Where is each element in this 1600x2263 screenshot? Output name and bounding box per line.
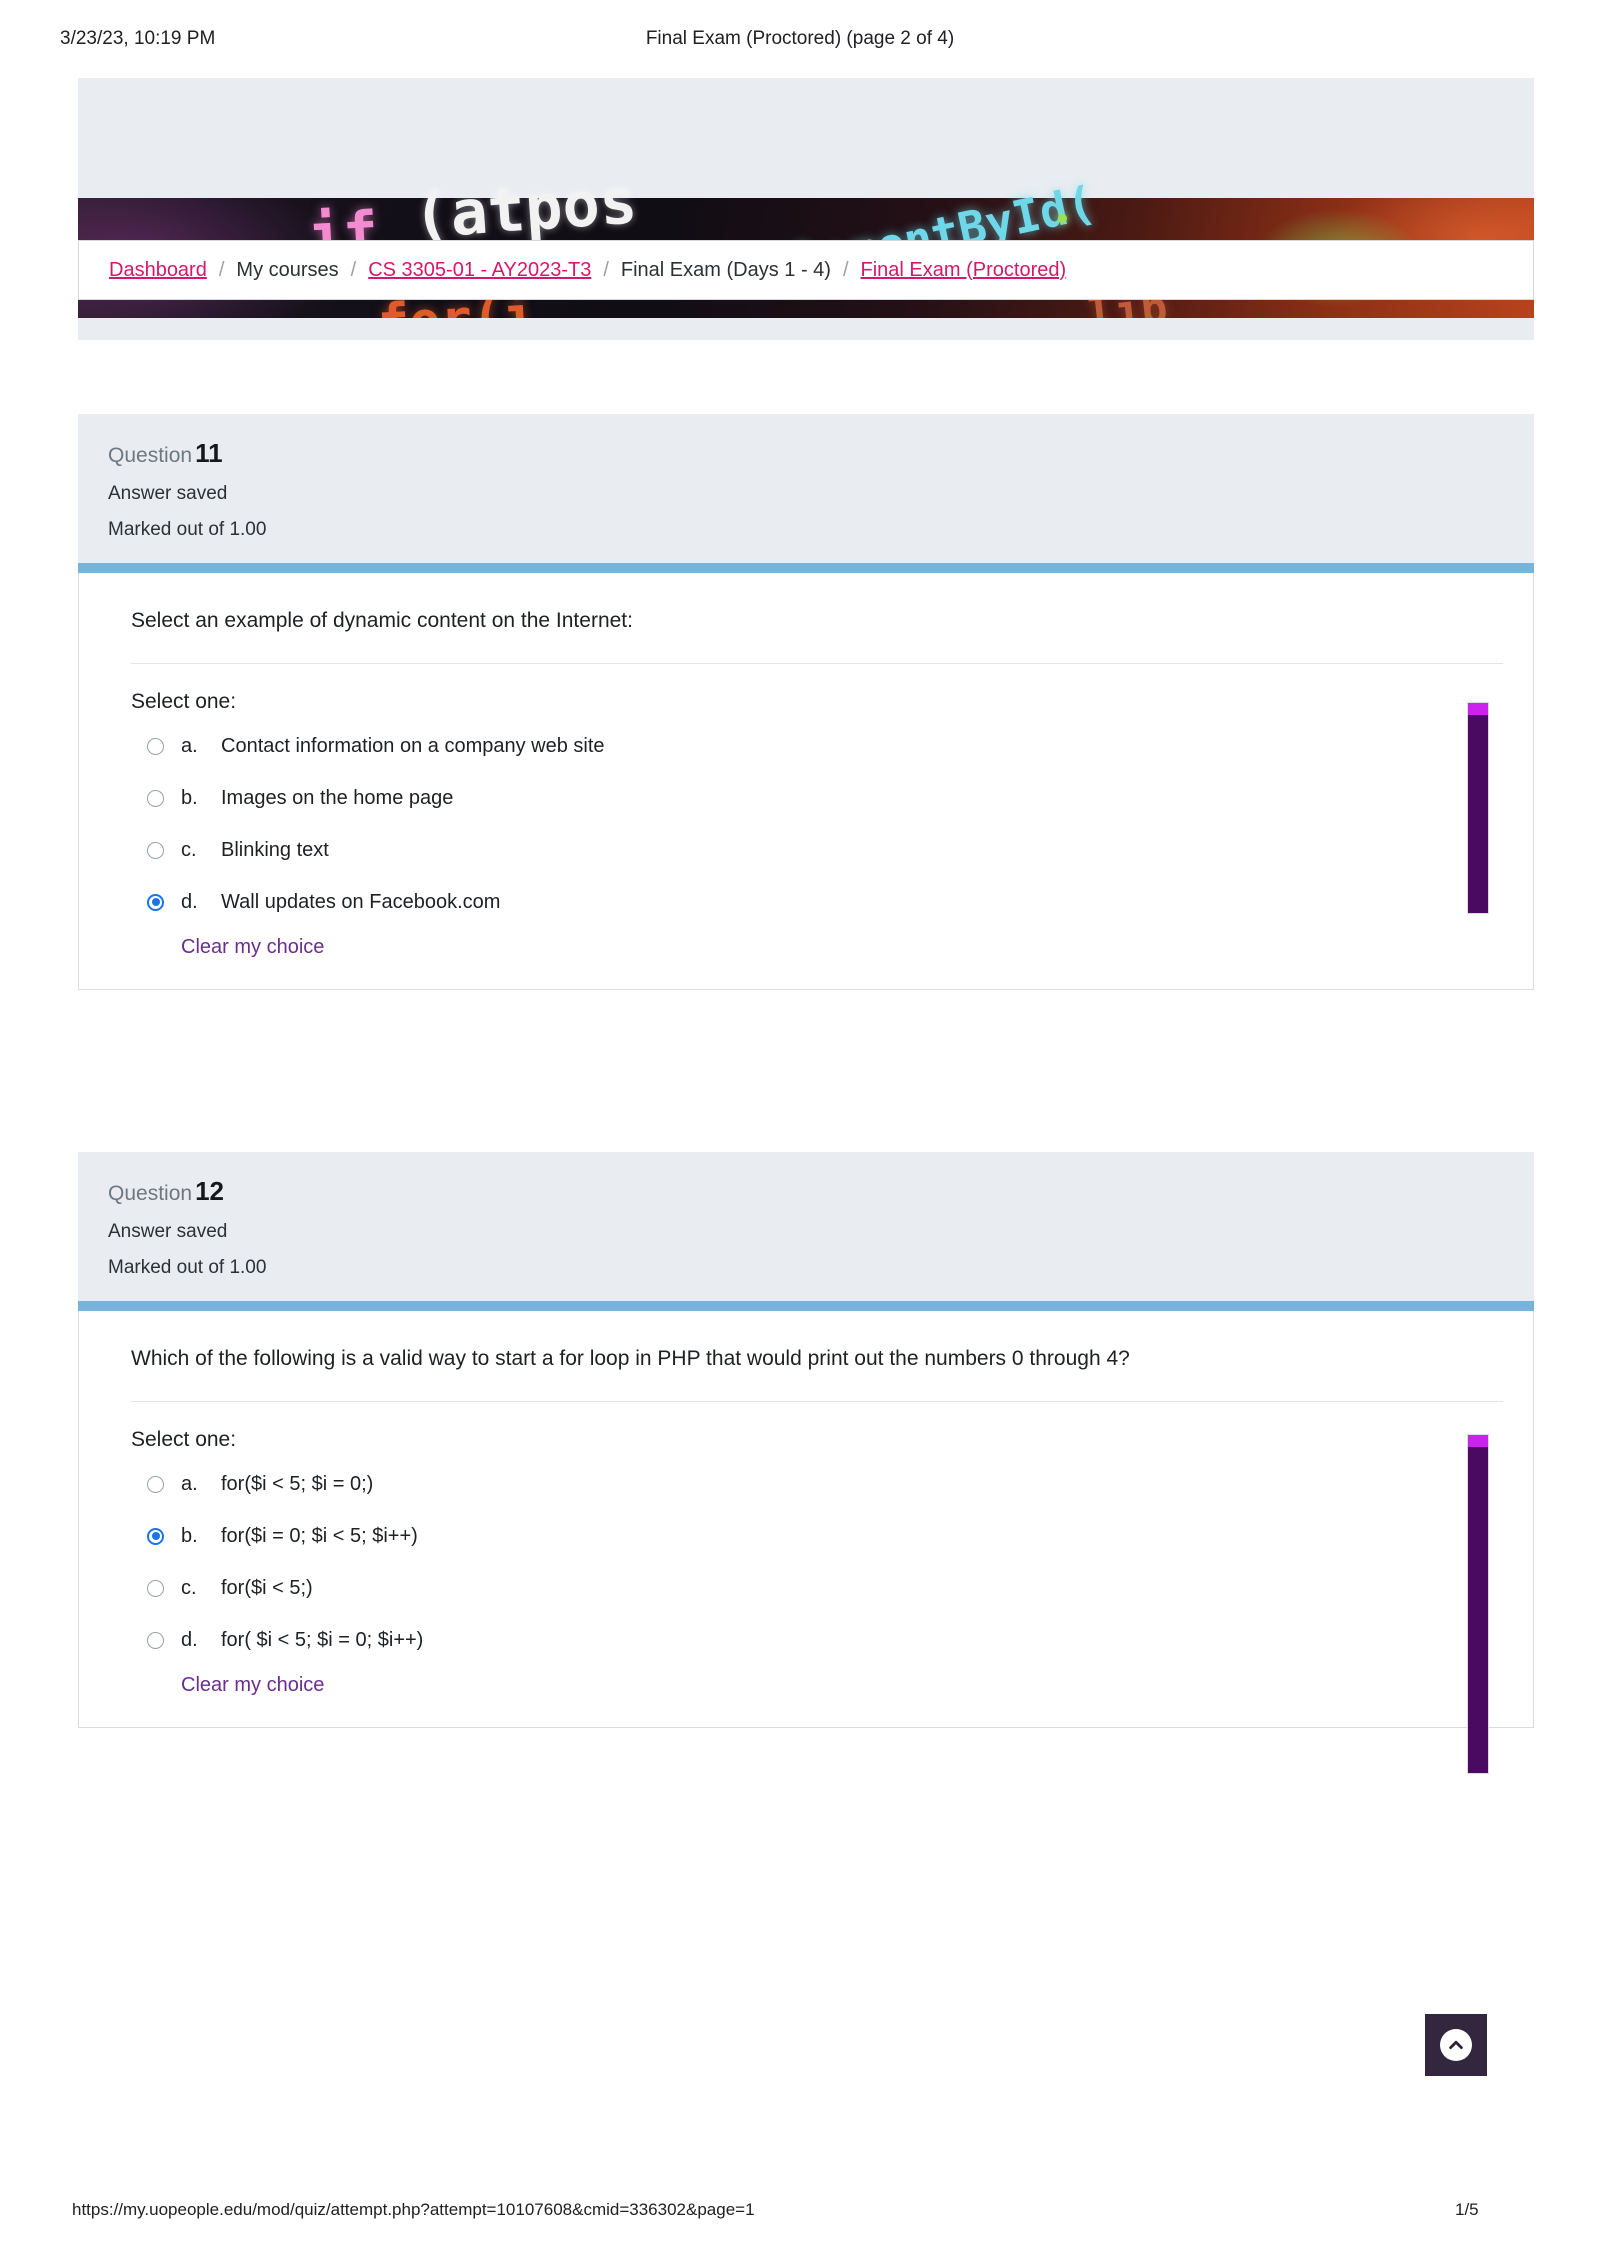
- answer-option-11-d[interactable]: d. Wall updates on Facebook.com: [131, 884, 1503, 920]
- question-body-12: Which of the following is a valid way to…: [78, 1311, 1534, 1729]
- question-number-value: 11: [195, 438, 223, 468]
- option-letter-11-a: a.: [181, 734, 198, 757]
- page-banner-area: if (atpos tElementById( for(i lib Dashbo…: [78, 78, 1534, 340]
- radio-12-c[interactable]: [147, 1579, 164, 1597]
- option-letter-12-c: c.: [181, 1576, 197, 1599]
- breadcrumb-item-final-exam-days[interactable]: Final Exam (Days 1 - 4): [621, 259, 831, 282]
- breadcrumb-separator: /: [842, 258, 849, 281]
- option-letter-11-b: b.: [181, 786, 198, 809]
- breadcrumb-item-course[interactable]: CS 3305-01 - AY2023-T3: [368, 259, 591, 282]
- answer-list-12: Select one: a. for($i < 5; $i = 0;) b. f…: [109, 1402, 1503, 1697]
- option-text-12-c: for($i < 5;): [221, 1576, 313, 1599]
- question-number-12: Question 12: [108, 1178, 1504, 1204]
- chevron-up-icon: [1440, 2029, 1472, 2061]
- option-text-11-b: Images on the home page: [221, 786, 454, 809]
- answer-option-12-b[interactable]: b. for($i = 0; $i < 5; $i++): [131, 1518, 1503, 1554]
- question-label: Question: [108, 444, 193, 467]
- scroll-to-top-button[interactable]: [1425, 2014, 1487, 2076]
- question-number-value: 12: [195, 1176, 224, 1206]
- answer-list-11: Select one: a. Contact information on a …: [109, 664, 1503, 959]
- question-block-12: Question 12 Answer saved Marked out of 1.…: [78, 1152, 1534, 1729]
- answer-option-12-d[interactable]: d. for( $i < 5; $i = 0; $i++): [131, 1622, 1503, 1658]
- answer-option-12-a[interactable]: a. for($i < 5; $i = 0;): [131, 1466, 1503, 1502]
- question-progress-strip-12[interactable]: [1467, 1434, 1489, 1774]
- answer-option-11-a[interactable]: a. Contact information on a company web …: [131, 728, 1503, 764]
- radio-11-b[interactable]: [147, 789, 164, 807]
- breadcrumb-separator: /: [350, 258, 357, 281]
- breadcrumb-separator: /: [603, 258, 609, 281]
- breadcrumb-item-final-exam-proctored[interactable]: Final Exam (Proctored): [861, 259, 1067, 282]
- question-text-11: Select an example of dynamic content on …: [131, 609, 633, 632]
- question-state-11: Answer saved: [108, 483, 228, 504]
- question-marks-11: Marked out of 1.00: [108, 519, 267, 540]
- option-letter-12-a: a.: [181, 1472, 198, 1495]
- question-divider-11: [78, 563, 1534, 573]
- breadcrumb: Dashboard / My courses / CS 3305-01 - AY…: [78, 240, 1534, 300]
- answer-option-12-c[interactable]: c. for($i < 5;): [131, 1570, 1503, 1606]
- question-label: Question: [108, 1182, 193, 1205]
- banner-bottom-spacer: [78, 318, 1534, 340]
- question-header-11: Question 11 Answer saved Marked out of 1.…: [78, 414, 1534, 563]
- banner-top-spacer: [78, 78, 1534, 198]
- question-progress-strip-cap-12: [1468, 1435, 1488, 1447]
- breadcrumb-item-dashboard[interactable]: Dashboard: [109, 259, 207, 282]
- clear-my-choice-12[interactable]: Clear my choice: [181, 1674, 1503, 1697]
- radio-12-a[interactable]: [147, 1475, 164, 1493]
- breadcrumb-separator: /: [218, 258, 225, 281]
- question-number-11: Question 11: [108, 440, 1504, 466]
- radio-11-a[interactable]: [147, 737, 164, 755]
- question-state-12: Answer saved: [108, 1221, 228, 1242]
- breadcrumb-item-my-courses[interactable]: My courses: [236, 259, 338, 282]
- option-text-11-a: Contact information on a company web sit…: [221, 734, 605, 757]
- option-letter-12-b: b.: [181, 1524, 198, 1547]
- print-footer-page-number: 1/5: [1455, 2200, 1479, 2219]
- clear-my-choice-11[interactable]: Clear my choice: [181, 936, 1503, 959]
- answer-option-11-c[interactable]: c. Blinking text: [131, 832, 1503, 868]
- print-footer-url: https://my.uopeople.edu/mod/quiz/attempt…: [72, 2200, 755, 2219]
- answer-option-11-b[interactable]: b. Images on the home page: [131, 780, 1503, 816]
- course-banner: if (atpos tElementById( for(i lib Dashbo…: [78, 78, 1534, 340]
- question-divider-12: [78, 1301, 1534, 1311]
- print-header: 3/23/23, 10:19 PM Final Exam (Proctored)…: [0, 0, 1600, 78]
- question-marks-12: Marked out of 1.00: [108, 1257, 267, 1278]
- option-letter-12-d: d.: [181, 1628, 198, 1651]
- option-text-12-a: for($i < 5; $i = 0;): [221, 1472, 374, 1495]
- select-one-label-11: Select one:: [131, 690, 237, 714]
- question-progress-strip-11[interactable]: [1467, 702, 1489, 914]
- option-text-12-b: for($i = 0; $i < 5; $i++): [221, 1524, 418, 1547]
- option-text-11-d: Wall updates on Facebook.com: [221, 890, 501, 913]
- question-header-12: Question 12 Answer saved Marked out of 1.…: [78, 1152, 1534, 1301]
- option-text-11-c: Blinking text: [221, 838, 329, 861]
- question-text-12: Which of the following is a valid way to…: [131, 1347, 1130, 1370]
- option-text-12-d: for( $i < 5; $i = 0; $i++): [221, 1628, 424, 1651]
- radio-12-d[interactable]: [147, 1631, 164, 1649]
- question-block-11: Question 11 Answer saved Marked out of 1.…: [78, 414, 1534, 991]
- option-letter-11-d: d.: [181, 890, 198, 913]
- radio-11-c[interactable]: [147, 841, 164, 859]
- option-letter-11-c: c.: [181, 838, 197, 861]
- radio-12-b[interactable]: [147, 1527, 164, 1545]
- banner-decoration-spark: [1058, 214, 1067, 223]
- print-header-title: Final Exam (Proctored) (page 2 of 4): [645, 28, 955, 49]
- question-body-11: Select an example of dynamic content on …: [78, 573, 1534, 991]
- select-one-label-12: Select one:: [131, 1428, 237, 1452]
- question-progress-strip-cap-11: [1468, 703, 1488, 715]
- radio-11-d[interactable]: [147, 893, 164, 911]
